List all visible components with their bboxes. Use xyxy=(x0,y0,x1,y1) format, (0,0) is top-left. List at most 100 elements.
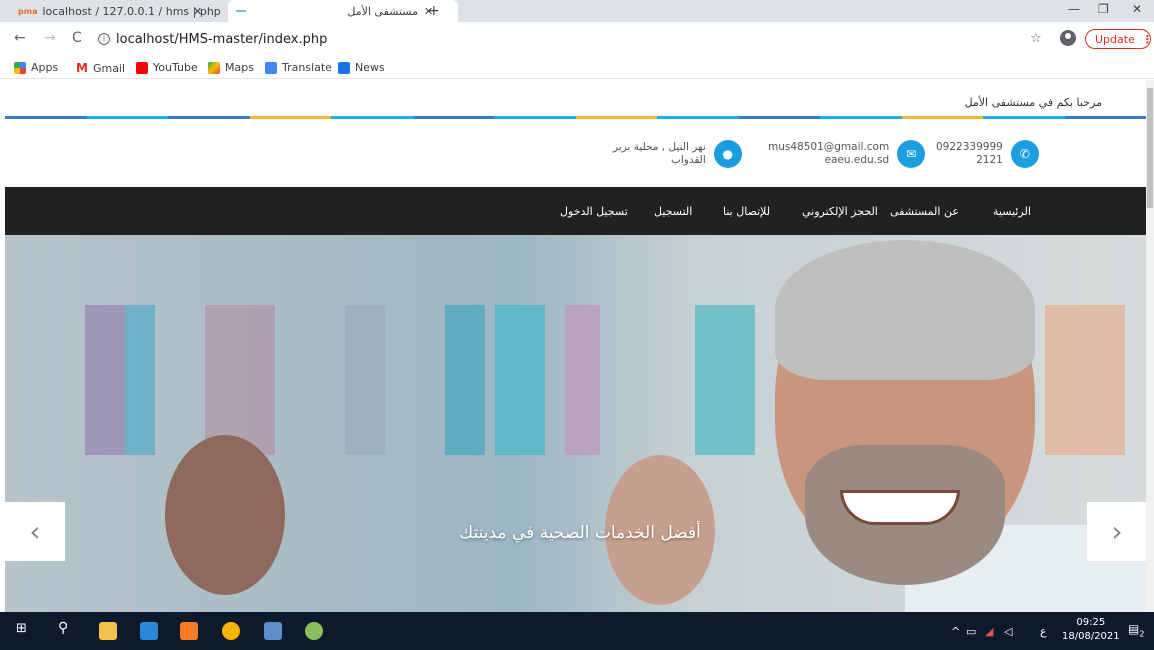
slider-next-button[interactable]: › xyxy=(1087,502,1146,561)
envelope-icon: ✉ xyxy=(897,140,926,168)
site-icon xyxy=(236,10,246,12)
bookmark-maps[interactable]: Maps xyxy=(208,61,254,74)
nav-booking[interactable]: الحجز الإلكتروني xyxy=(802,205,878,218)
language-indicator[interactable]: ع xyxy=(1040,625,1047,638)
clock[interactable]: 09:25 18/08/2021 xyxy=(1062,616,1120,644)
paint-icon[interactable] xyxy=(305,622,323,640)
gmail-icon: M xyxy=(76,61,88,75)
notification-count: 2 xyxy=(1139,629,1145,639)
email-line-1: mus48501@gmail.com xyxy=(768,141,890,153)
background-person xyxy=(165,435,285,595)
restore-icon[interactable]: ❐ xyxy=(1098,2,1109,16)
doctor-hair xyxy=(775,240,1035,380)
update-label: Update xyxy=(1095,32,1135,46)
tab-phpmyadmin[interactable]: pma localhost / 127.0.0.1 / hms | php ✕ xyxy=(8,0,248,22)
search-icon[interactable]: ⚲ xyxy=(58,620,76,638)
slider-prev-button[interactable]: ‹ xyxy=(5,502,65,561)
tab-hospital[interactable]: مستشفى الأمل ✕ xyxy=(228,0,458,22)
speaker-icon[interactable]: ◁ xyxy=(1004,625,1012,638)
menu-icon: ⋮ xyxy=(1141,32,1153,46)
color-stripe-segment xyxy=(1064,116,1146,119)
address-bar[interactable]: i localhost/HMS-master/index.php xyxy=(98,28,1008,50)
bookmark-label: Gmail xyxy=(92,61,126,75)
bookmark-star-icon[interactable]: ☆ xyxy=(1030,31,1042,46)
tab-title: مستشفى الأمل xyxy=(347,4,418,18)
welcome-text: مرحبا بكم في مستشفى الأمل xyxy=(964,96,1102,109)
background-shelf xyxy=(495,305,545,455)
notification-icon[interactable]: ▤2 xyxy=(1128,622,1144,638)
color-stripe-segment xyxy=(5,116,87,119)
close-icon[interactable]: ✕ xyxy=(193,5,202,18)
vscode-icon[interactable] xyxy=(140,622,158,640)
bookmark-label: News xyxy=(355,61,385,74)
news-icon xyxy=(338,61,350,74)
translate-icon xyxy=(265,61,277,74)
chrome-icon[interactable] xyxy=(222,622,240,640)
location-pin-icon: ● xyxy=(713,140,742,168)
phone-line-1: 0922339999 xyxy=(936,141,1003,153)
minimize-icon[interactable]: — xyxy=(1068,2,1080,16)
hero-slogan-text: أفضل الخدمات الصحية في مدينتك xyxy=(459,523,701,543)
color-stripe-segment xyxy=(901,116,983,119)
color-stripe-segment xyxy=(168,116,250,119)
clock-date: 18/08/2021 xyxy=(1062,631,1120,642)
bookmark-label: Apps xyxy=(31,61,59,74)
forward-icon[interactable]: → xyxy=(44,30,56,46)
background-shelf xyxy=(205,305,275,455)
email-line-2: eaeu.edu.sd xyxy=(824,154,890,166)
nav-home[interactable]: الرئيسية xyxy=(993,205,1031,218)
reload-icon[interactable]: C xyxy=(72,30,82,46)
app-icon[interactable] xyxy=(264,622,282,640)
contact-phone: 0922339999 2121 ✆ xyxy=(936,140,1039,168)
color-stripe-segment xyxy=(738,116,820,119)
background-shelf xyxy=(565,305,600,455)
maps-icon xyxy=(208,61,220,74)
bookmark-youtube[interactable]: YouTube xyxy=(136,61,198,74)
contact-email: mus48501@gmail.com eaeu.edu.sd ✉ xyxy=(768,140,926,168)
nav-contact[interactable]: للإتصال بنا xyxy=(723,205,770,218)
bookmark-label: Maps xyxy=(225,61,254,74)
bookmark-gmail[interactable]: M Gmail xyxy=(76,61,125,75)
info-icon[interactable]: i xyxy=(98,33,110,45)
bookmark-translate[interactable]: Translate xyxy=(265,61,332,74)
color-stripe-segment xyxy=(86,116,168,119)
youtube-icon xyxy=(136,61,148,74)
chevron-up-icon[interactable]: ^ xyxy=(951,625,960,638)
update-button[interactable]: Update ⋮ xyxy=(1085,29,1153,49)
bookmark-apps[interactable]: Apps xyxy=(14,61,58,74)
network-icon[interactable]: ◢ xyxy=(985,625,993,638)
nav-about[interactable]: عن المستشفى xyxy=(890,205,959,218)
phone-text: 0922339999 2121 xyxy=(936,141,1003,167)
color-stripe-segment xyxy=(494,116,576,119)
new-tab-button[interactable]: + xyxy=(428,3,440,19)
phone-line-2: 2121 xyxy=(976,154,1003,166)
nav-login[interactable]: تسجيل الدخول xyxy=(560,205,628,218)
tab-strip: pma localhost / 127.0.0.1 / hms | php ✕ … xyxy=(0,0,1154,22)
address-text: نهر النيل , محلية بربر القدواب xyxy=(613,141,706,167)
file-explorer-icon[interactable] xyxy=(99,622,117,640)
bookmarks-bar: Apps M Gmail YouTube Maps Translate News xyxy=(0,57,1154,79)
nav-register[interactable]: التسجيل xyxy=(654,205,692,218)
xampp-icon[interactable] xyxy=(180,622,198,640)
hero-slider: أفضل الخدمات الصحية في مدينتك ‹ › xyxy=(5,235,1146,612)
address-line-1: نهر النيل , محلية بربر xyxy=(613,141,706,153)
background-shelf xyxy=(1045,305,1125,455)
color-stripe-segment xyxy=(820,116,902,119)
background-shelf xyxy=(85,305,125,455)
window-close-icon[interactable]: ✕ xyxy=(1132,2,1142,16)
color-stripe-segment xyxy=(249,116,331,119)
color-stripe-segment xyxy=(657,116,739,119)
main-nav: الرئيسية عن المستشفى الحجز الإلكتروني لل… xyxy=(5,187,1146,235)
windows-taskbar: ⊞ ⚲ ^ ▭ ◢ ◁ ع 09:25 18/08/2021 ▤2 xyxy=(0,612,1154,650)
windows-start-icon[interactable]: ⊞ xyxy=(16,621,34,639)
battery-icon[interactable]: ▭ xyxy=(966,625,976,638)
bookmark-news[interactable]: News xyxy=(338,61,385,74)
page-scrollbar[interactable] xyxy=(1146,80,1154,612)
apps-icon xyxy=(14,61,26,74)
phpmyadmin-icon: pma xyxy=(18,6,38,16)
scrollbar-thumb[interactable] xyxy=(1147,88,1153,208)
browser-toolbar: ← → C i localhost/HMS-master/index.php ☆… xyxy=(0,22,1154,57)
back-icon[interactable]: ← xyxy=(14,30,26,46)
background-shelf xyxy=(125,305,155,455)
profile-icon[interactable] xyxy=(1060,30,1076,46)
